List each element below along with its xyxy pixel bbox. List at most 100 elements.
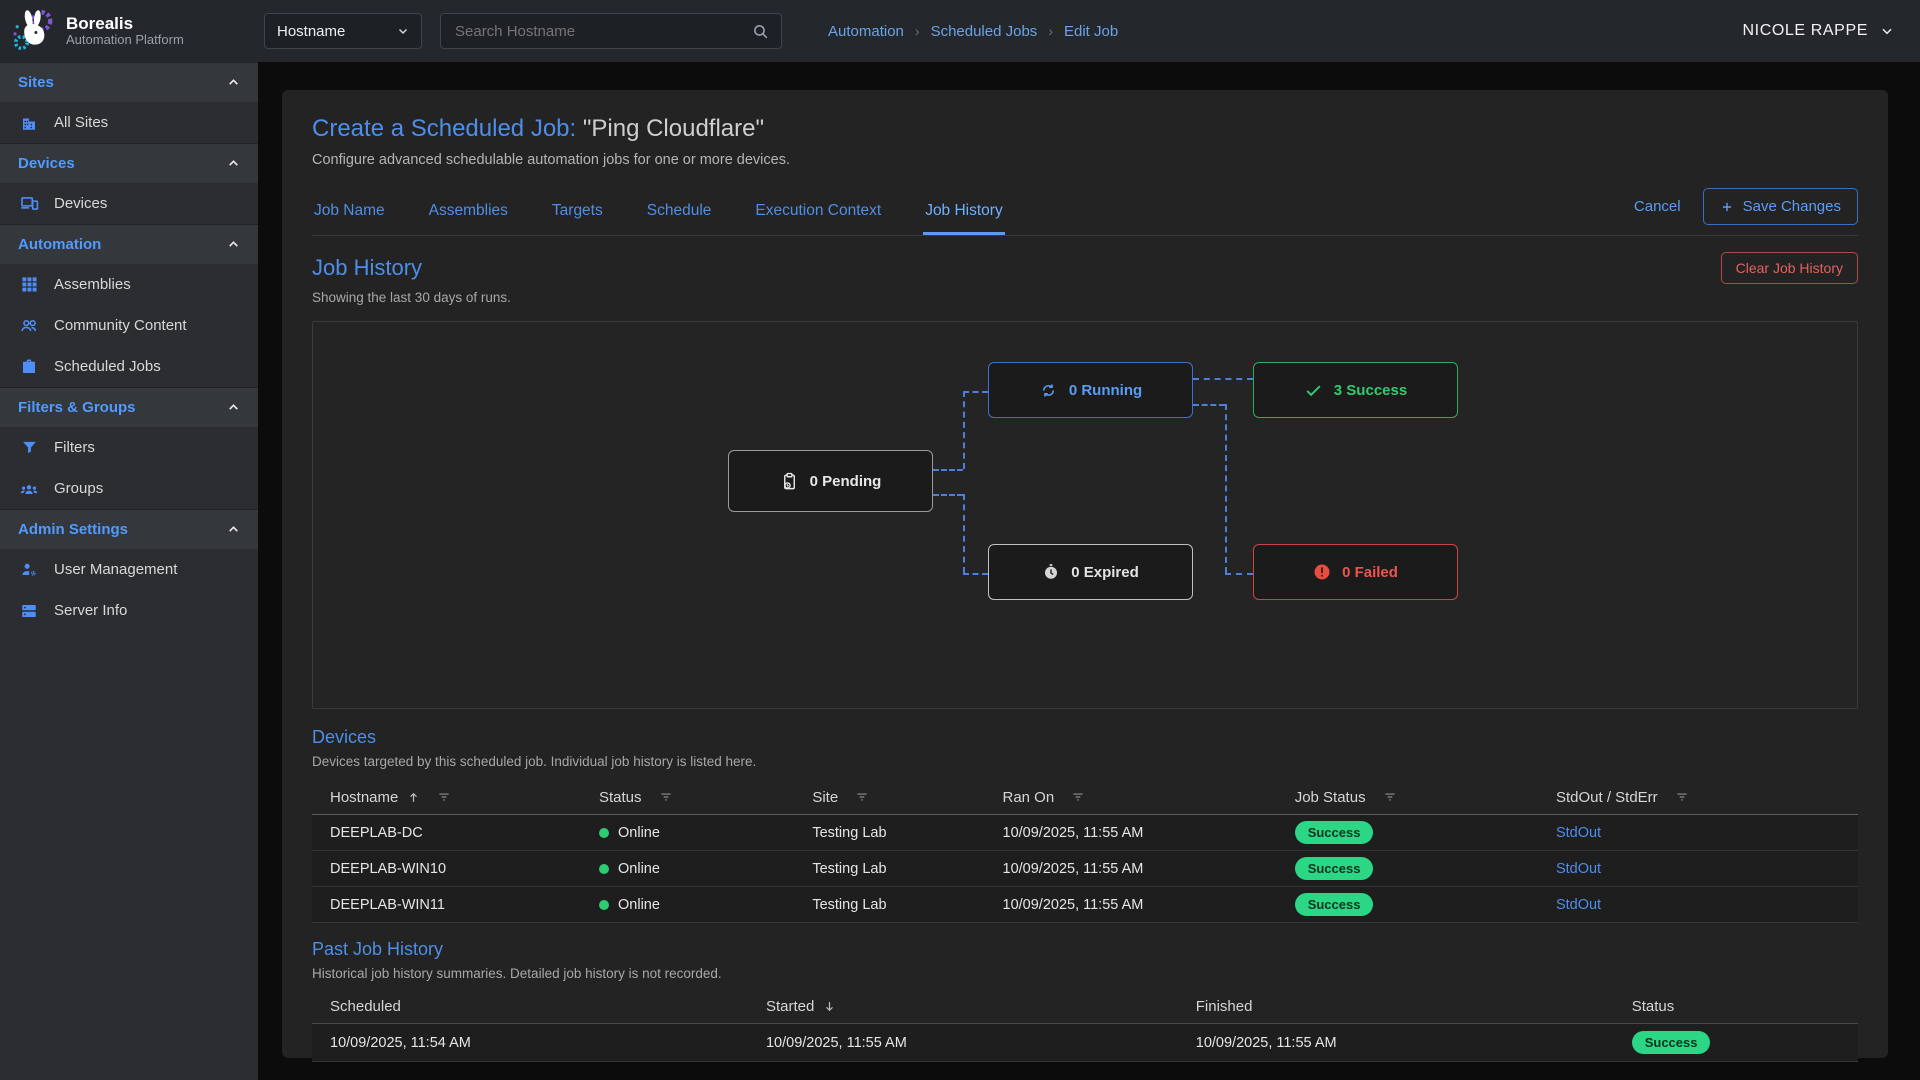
column-header-hostname[interactable]: Hostname [312,789,581,806]
chevron-up-icon [227,76,240,89]
filter-icon[interactable] [1675,790,1689,804]
chevron-down-icon [1880,24,1894,38]
tab-schedule[interactable]: Schedule [645,196,714,235]
sidebar-section-admin-settings[interactable]: Admin Settings [0,509,258,549]
column-header-status[interactable]: Status [581,789,794,806]
chevron-up-icon [227,157,240,170]
connector-pending-expired [963,494,965,573]
past-table-header: Scheduled Started Finished Status [312,989,1858,1024]
flow-node-label: 0 Failed [1342,564,1398,581]
flow-node-pending[interactable]: 0 Pending [728,450,933,512]
stopwatch-icon [1042,563,1060,581]
flow-node-running[interactable]: 0 Running [988,362,1193,418]
filter-icon[interactable] [1071,790,1085,804]
grid-icon [19,276,39,293]
devices-table-header: Hostname Status Site [312,780,1858,815]
stdout-link[interactable]: StdOut [1556,825,1601,841]
cancel-button[interactable]: Cancel [1634,198,1681,215]
tab-actions: Cancel Save Changes [1634,188,1858,235]
groups-icon [19,479,39,499]
device-hostname: DEEPLAB-WIN11 [312,897,581,913]
page-title-job-name: "Ping Cloudflare" [583,115,764,142]
breadcrumb-automation[interactable]: Automation [828,23,904,40]
hostname-search-input[interactable] [453,22,752,41]
tab-targets[interactable]: Targets [550,196,605,235]
sidebar-section-sites[interactable]: Sites [0,62,258,102]
chevron-up-icon [227,401,240,414]
devices-heading: Devices [312,727,1858,748]
flow-node-expired[interactable]: 0 Expired [988,544,1193,600]
sidebar-item-community-content[interactable]: Community Content [0,305,258,346]
column-header-started[interactable]: Started [748,998,1178,1015]
online-status-dot [599,900,609,910]
breadcrumb-scheduled-jobs[interactable]: Scheduled Jobs [931,23,1038,40]
device-status: Online [618,897,660,913]
sidebar-item-scheduled-jobs[interactable]: Scheduled Jobs [0,346,258,387]
clear-job-history-button[interactable]: Clear Job History [1721,252,1858,284]
sidebar-item-label: Groups [54,480,103,497]
flow-node-success[interactable]: 3 Success [1253,362,1458,418]
tab-execution-context[interactable]: Execution Context [753,196,883,235]
sidebar-item-server-info[interactable]: Server Info [0,590,258,631]
column-header-status[interactable]: Status [1614,998,1858,1015]
sidebar-section-filters-groups[interactable]: Filters & Groups [0,387,258,427]
column-label: Finished [1196,998,1253,1015]
flow-node-label: 0 Expired [1071,564,1139,581]
briefcase-icon [19,358,39,376]
past-started: 10/09/2025, 11:55 AM [748,1035,1178,1051]
breadcrumb: Automation › Scheduled Jobs › Edit Job [828,23,1118,40]
check-icon [1304,381,1323,400]
tab-job-history[interactable]: Job History [923,196,1005,235]
filter-icon[interactable] [1383,790,1397,804]
stdout-link[interactable]: StdOut [1556,861,1601,877]
column-header-scheduled[interactable]: Scheduled [312,998,748,1015]
column-header-site[interactable]: Site [794,789,984,806]
brand-tagline: Automation Platform [66,33,184,48]
sidebar-item-label: All Sites [54,114,108,131]
hostname-filter-dropdown[interactable]: Hostname [264,13,422,49]
tab-assemblies[interactable]: Assemblies [427,196,510,235]
devices-subheading: Devices targeted by this scheduled job. … [312,754,1858,769]
sidebar-item-devices[interactable]: Devices [0,183,258,224]
page-title: Create a Scheduled Job: "Ping Cloudflare… [312,114,1858,144]
past-job-history-table: Scheduled Started Finished Status 10/09/… [312,989,1858,1062]
chevron-up-icon [227,238,240,251]
connector-running-success [1193,378,1253,380]
sidebar-item-all-sites[interactable]: All Sites [0,102,258,143]
filter-icon[interactable] [855,790,869,804]
search-icon[interactable] [752,23,769,40]
online-status-dot [599,828,609,838]
sidebar-item-user-management[interactable]: User Management [0,549,258,590]
filter-icon[interactable] [437,790,451,804]
hostname-search-box[interactable] [440,13,782,49]
column-header-stdout-stderr[interactable]: StdOut / StdErr [1538,789,1858,806]
page-subtitle: Configure advanced schedulable automatio… [312,152,1858,168]
filter-icon[interactable] [659,790,673,804]
past-scheduled: 10/09/2025, 11:54 AM [312,1035,748,1051]
sidebar-item-assemblies[interactable]: Assemblies [0,264,258,305]
column-header-finished[interactable]: Finished [1178,998,1614,1015]
sidebar-section-devices[interactable]: Devices [0,143,258,183]
save-changes-button[interactable]: Save Changes [1703,188,1858,225]
sort-ascending-icon [407,791,420,804]
sidebar-item-filters[interactable]: Filters [0,427,258,468]
save-changes-label: Save Changes [1743,198,1841,215]
past-job-row: 10/09/2025, 11:54 AM 10/09/2025, 11:55 A… [312,1024,1858,1062]
sidebar-item-groups[interactable]: Groups [0,468,258,509]
building-icon [19,114,39,132]
plus-icon [1720,200,1734,214]
job-history-heading: Job History [312,255,422,281]
user-menu[interactable]: NICOLE RAPPE [1743,22,1894,40]
column-header-ran-on[interactable]: Ran On [985,789,1277,806]
connector-running-failed [1225,573,1253,575]
devices-table: Hostname Status Site [312,780,1858,923]
stdout-link[interactable]: StdOut [1556,897,1601,913]
device-hostname: DEEPLAB-WIN10 [312,861,581,877]
column-header-job-status[interactable]: Job Status [1277,789,1538,806]
flow-node-label: 0 Running [1069,382,1142,399]
sidebar-section-automation[interactable]: Automation [0,224,258,264]
flow-node-failed[interactable]: 0 Failed [1253,544,1458,600]
tab-job-name[interactable]: Job Name [312,196,387,235]
connector-pending-running [933,469,963,471]
breadcrumb-edit-job[interactable]: Edit Job [1064,23,1118,40]
